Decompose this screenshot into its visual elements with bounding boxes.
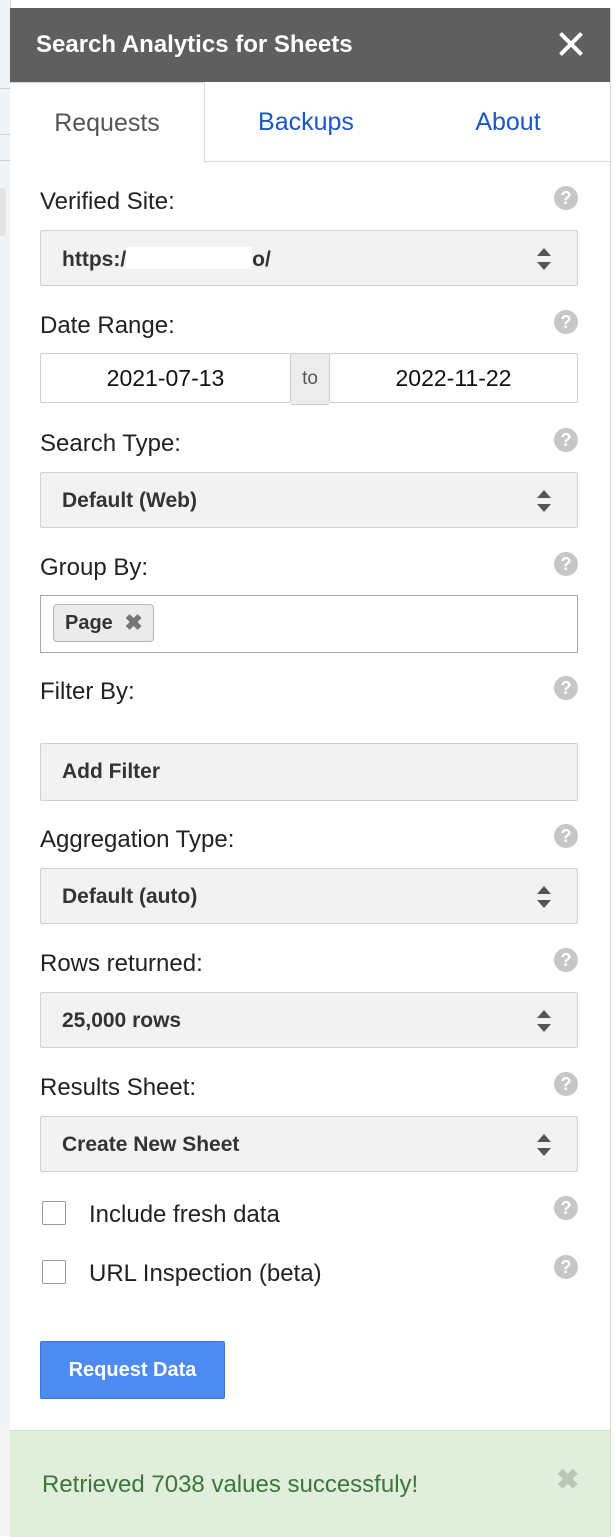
url-inspection-label: URL Inspection (beta) — [89, 1260, 322, 1287]
status-message: Retrieved 7038 values successfuly! — [42, 1471, 419, 1498]
help-icon[interactable]: ? — [554, 428, 578, 452]
add-filter-button[interactable]: Add Filter — [40, 743, 578, 801]
request-data-button[interactable]: Request Data — [40, 1341, 225, 1399]
url-inspection-checkbox[interactable] — [42, 1260, 66, 1284]
aggregation-type-value: Default (auto) — [62, 885, 198, 908]
verified-site-label: Verified Site: — [40, 188, 175, 215]
include-fresh-data-checkbox[interactable] — [42, 1201, 66, 1225]
date-from-input[interactable]: 2021-07-13 — [40, 353, 291, 403]
results-sheet-value: Create New Sheet — [62, 1133, 240, 1156]
search-type-value: Default (Web) — [62, 489, 197, 512]
date-range-label: Date Range: — [40, 312, 175, 339]
help-icon[interactable]: ? — [554, 552, 578, 576]
sidebar-panel: Search Analytics for Sheets Requests Bac… — [10, 8, 611, 1537]
sidebar-title: Search Analytics for Sheets — [36, 31, 353, 58]
results-sheet-select[interactable]: Create New Sheet — [40, 1116, 578, 1172]
rows-returned-select[interactable]: 25,000 rows — [40, 992, 578, 1048]
verified-site-value: https:/o/ — [62, 247, 271, 271]
sort-arrows-icon — [537, 248, 551, 270]
help-icon[interactable]: ? — [554, 1255, 578, 1279]
help-icon[interactable]: ? — [554, 948, 578, 972]
sort-arrows-icon — [537, 1134, 551, 1156]
include-fresh-data-label: Include fresh data — [89, 1201, 280, 1228]
group-by-input[interactable]: Page ✖ — [40, 595, 578, 653]
sidebar-header: Search Analytics for Sheets — [10, 8, 610, 82]
aggregation-type-label: Aggregation Type: — [40, 826, 235, 853]
help-icon[interactable]: ? — [554, 824, 578, 848]
rows-returned-label: Rows returned: — [40, 950, 203, 977]
tab-backups[interactable]: Backups — [206, 82, 406, 162]
group-by-label: Group By: — [40, 554, 149, 581]
help-icon[interactable]: ? — [554, 186, 578, 210]
filter-by-label: Filter By: — [40, 678, 135, 705]
close-icon[interactable] — [554, 27, 588, 61]
sort-arrows-icon — [537, 490, 551, 512]
tab-requests[interactable]: Requests — [10, 82, 205, 163]
tab-bar: Requests Backups About — [10, 82, 610, 163]
search-type-select[interactable]: Default (Web) — [40, 472, 578, 528]
chip-label: Page — [65, 612, 113, 634]
sort-arrows-icon — [537, 1010, 551, 1032]
search-type-label: Search Type: — [40, 430, 181, 457]
dismiss-icon[interactable]: ✖ — [556, 1463, 579, 1496]
help-icon[interactable]: ? — [554, 310, 578, 334]
aggregation-type-select[interactable]: Default (auto) — [40, 868, 578, 924]
spreadsheet-background-lower — [0, 1430, 10, 1536]
help-icon[interactable]: ? — [554, 676, 578, 700]
verified-site-select[interactable]: https:/o/ — [40, 230, 578, 286]
rows-returned-value: 25,000 rows — [62, 1009, 182, 1032]
date-range-separator: to — [291, 353, 329, 405]
help-icon[interactable]: ? — [554, 1196, 578, 1220]
status-message-bar: Retrieved 7038 values successfuly! ✖ — [10, 1430, 610, 1537]
results-sheet-label: Results Sheet: — [40, 1074, 197, 1101]
date-to-input[interactable]: 2022-11-22 — [329, 353, 578, 403]
help-icon[interactable]: ? — [554, 1072, 578, 1096]
tab-about[interactable]: About — [406, 82, 610, 162]
remove-icon[interactable]: ✖ — [124, 605, 142, 641]
sort-arrows-icon — [537, 886, 551, 908]
group-by-chip-page: Page ✖ — [53, 604, 154, 642]
